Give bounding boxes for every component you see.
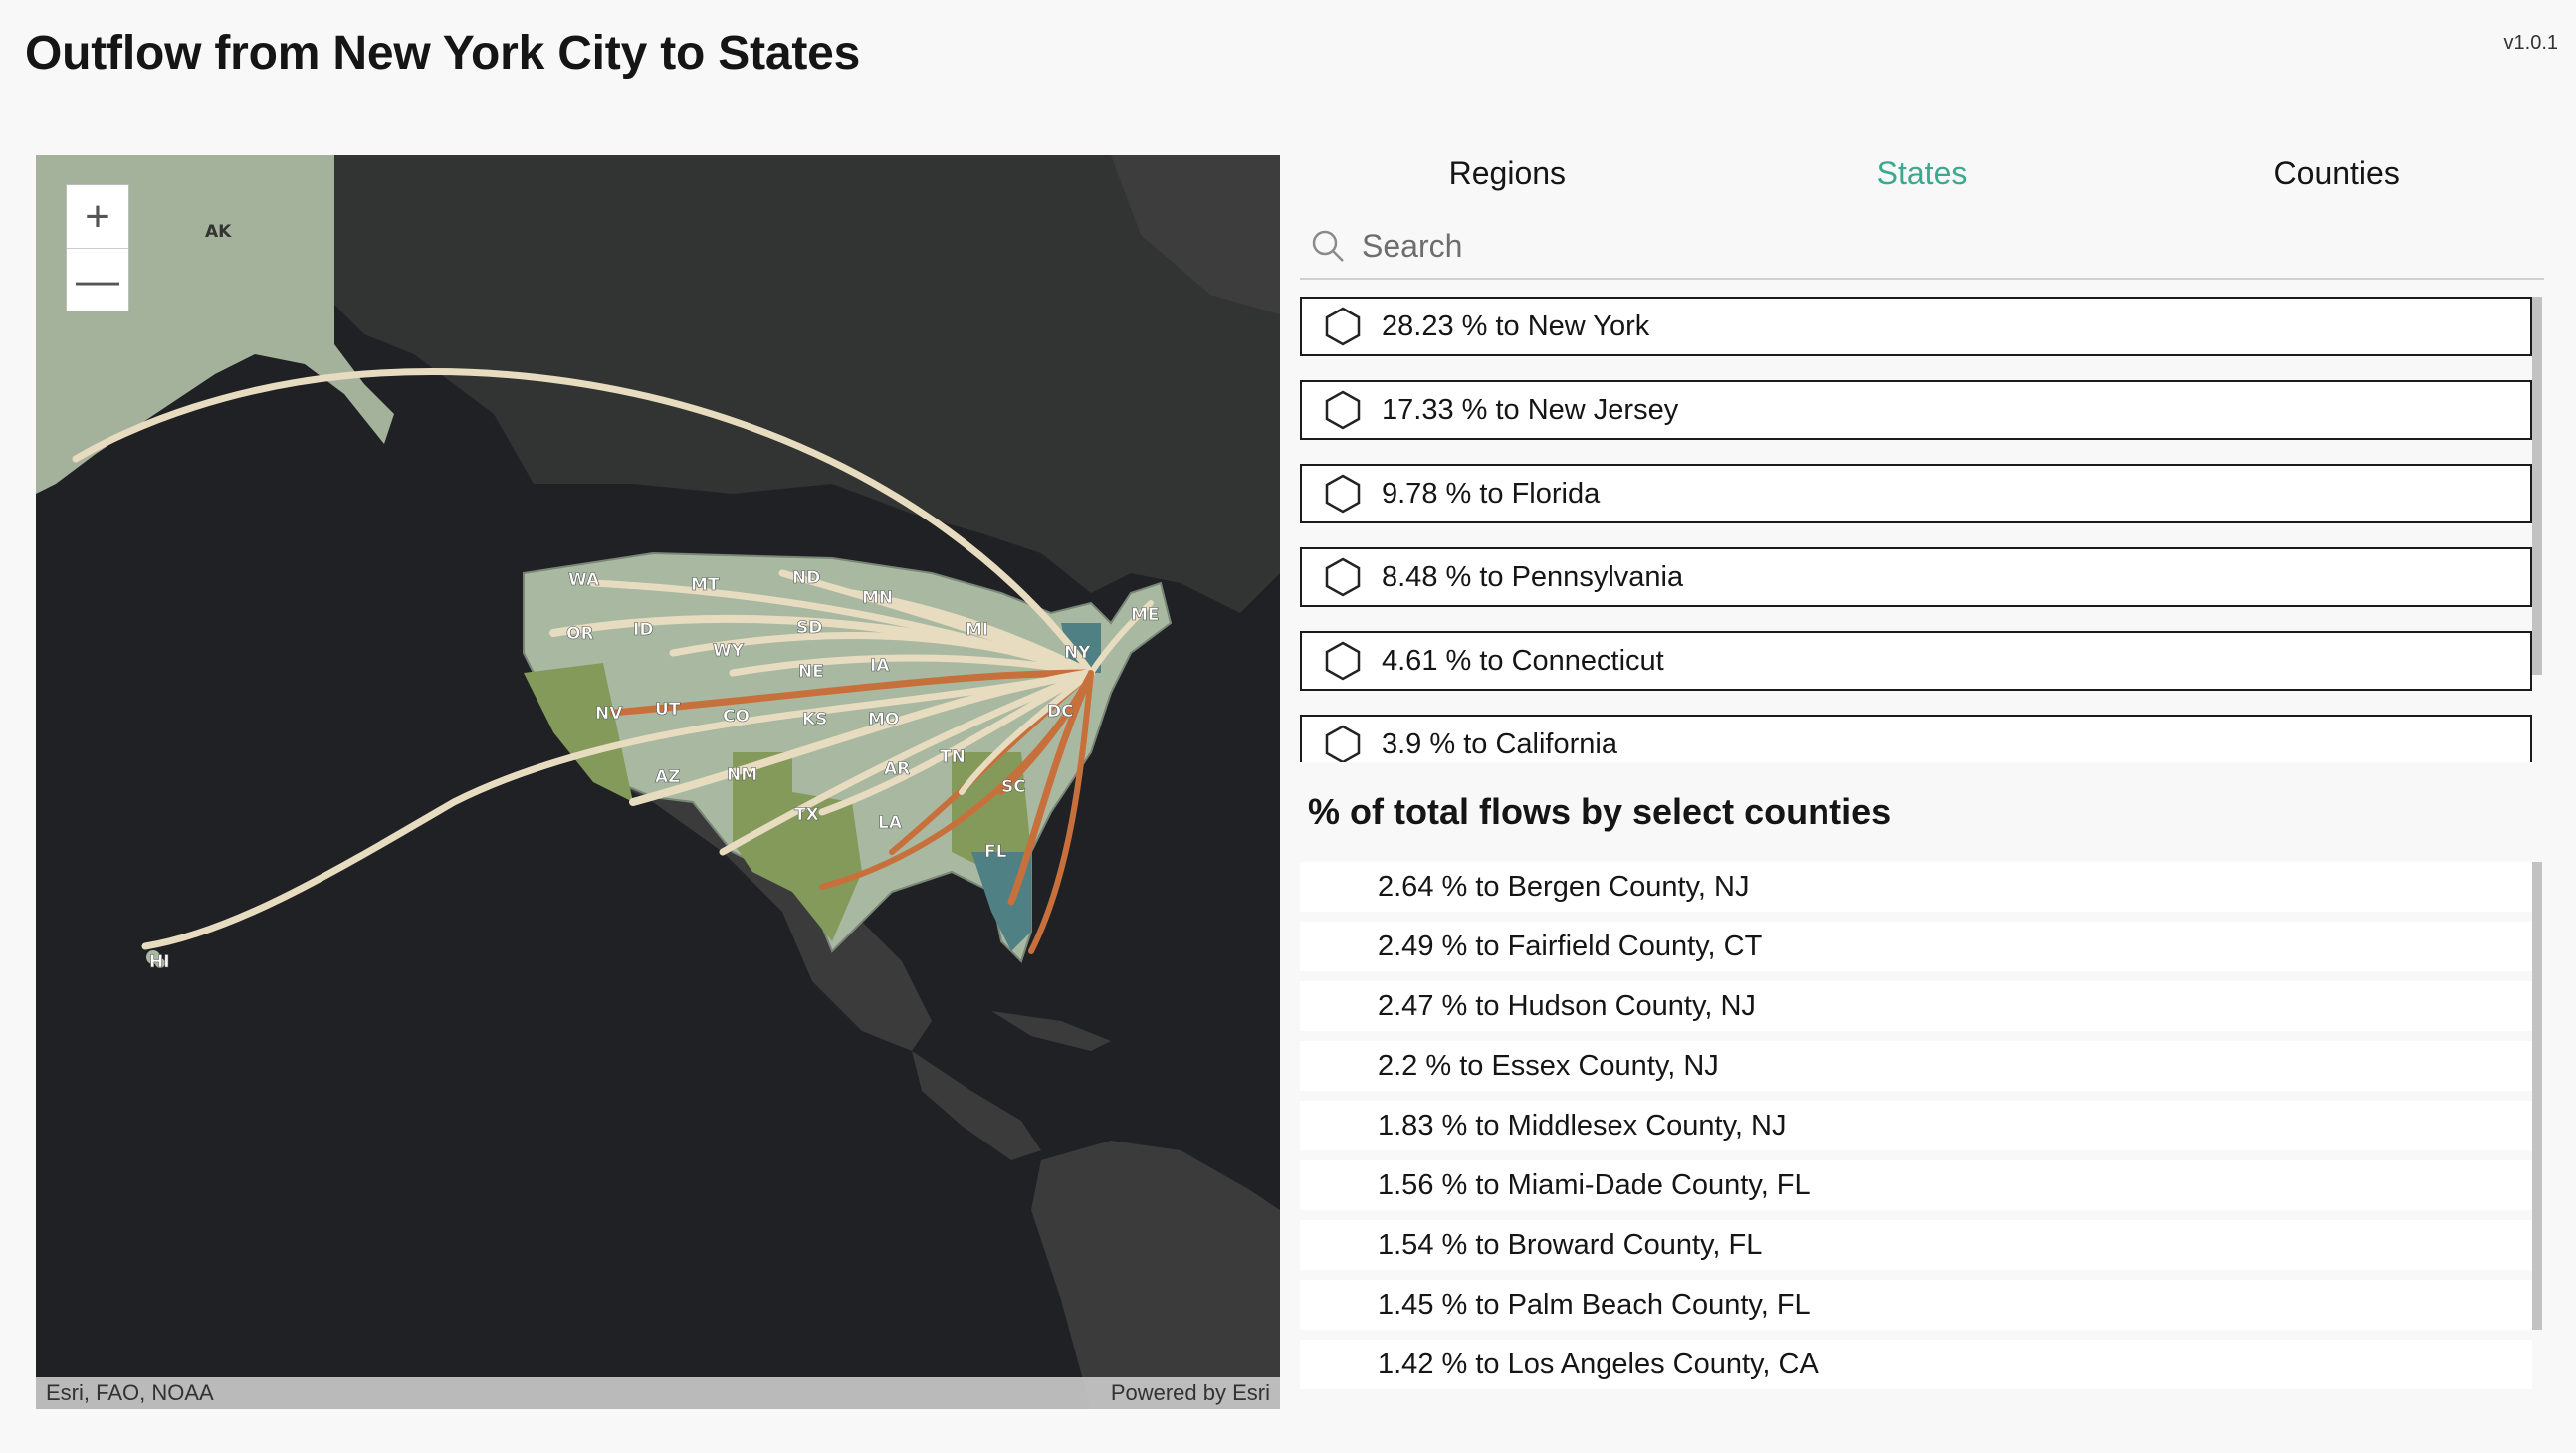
- list-item: 1.56 % to Miami-Dade County, FL: [1300, 1160, 2532, 1210]
- list-item: 1.42 % to Los Angeles County, CA: [1300, 1340, 2532, 1389]
- list-item[interactable]: 3.9 % to California: [1300, 715, 2532, 762]
- tab-states[interactable]: States: [1715, 147, 2130, 199]
- attribution-sources: Esri, FAO, NOAA: [46, 1380, 214, 1405]
- state-list-scrollbar[interactable]: [2532, 297, 2542, 675]
- view-tabs: Regions States Counties: [1300, 147, 2544, 199]
- state-label-nm: NM: [727, 765, 757, 785]
- page-title: Outflow from New York City to States: [25, 27, 861, 80]
- attribution-powered-by[interactable]: Powered by Esri: [1111, 1380, 1270, 1406]
- state-label-ak: AK: [205, 222, 232, 242]
- list-item[interactable]: 8.48 % to Pennsylvania: [1300, 547, 2532, 607]
- state-list[interactable]: 28.23 % to New York 17.33 % to New Jerse…: [1300, 297, 2532, 762]
- map-canvas[interactable]: AK WA MT ND MN OR ID SD WY MI NE IA NY ME NV UT CO KS MO DC…: [36, 155, 1280, 1409]
- list-item: 1.83 % to Middlesex County, NJ: [1300, 1101, 2532, 1150]
- tab-regions[interactable]: Regions: [1300, 147, 1715, 199]
- state-label-wy: WY: [713, 641, 745, 661]
- list-item: 2.49 % to Fairfield County, CT: [1300, 922, 2532, 971]
- list-item: 2.64 % to Bergen County, NJ: [1300, 862, 2532, 912]
- state-label-me: ME: [1131, 605, 1160, 625]
- hexagon-icon: [1325, 307, 1361, 346]
- state-label-ks: KS: [802, 710, 827, 729]
- state-label-ut: UT: [655, 700, 681, 720]
- zoom-in-button[interactable]: +: [67, 185, 128, 248]
- hexagon-icon: [1325, 557, 1361, 597]
- state-label-la: LA: [878, 813, 903, 833]
- county-list-scrollbar[interactable]: [2532, 862, 2542, 1330]
- counties-section-title: % of total flows by select counties: [1308, 791, 1892, 832]
- map-view[interactable]: AK WA MT ND MN OR ID SD WY MI NE IA NY ME NV UT CO KS MO DC…: [36, 155, 1280, 1409]
- search-icon: [1312, 230, 1344, 262]
- search-input[interactable]: [1360, 226, 2359, 266]
- state-label-mi: MI: [966, 620, 988, 640]
- zoom-out-button[interactable]: —: [67, 248, 128, 311]
- county-list[interactable]: 2.64 % to Bergen County, NJ 2.49 % to Fa…: [1300, 862, 2532, 1409]
- list-item-label: 8.48 % to Pennsylvania: [1382, 560, 1684, 593]
- state-label-ar: AR: [884, 759, 910, 779]
- list-item-label: 9.78 % to Florida: [1382, 477, 1601, 510]
- central-america-land: [912, 1051, 1041, 1160]
- state-label-mn: MN: [862, 588, 893, 608]
- list-item-label: 17.33 % to New Jersey: [1382, 393, 1679, 426]
- list-item: 1.54 % to Broward County, FL: [1300, 1220, 2532, 1270]
- state-label-nd: ND: [792, 568, 820, 588]
- state-label-id: ID: [633, 620, 653, 640]
- state-label-nv: NV: [595, 704, 623, 724]
- state-label-fl: FL: [984, 842, 1007, 862]
- state-label-mo: MO: [868, 710, 899, 729]
- hexagon-icon: [1325, 474, 1361, 514]
- state-label-or: OR: [566, 624, 594, 644]
- search-bar: [1300, 214, 2544, 280]
- state-label-ny: NY: [1064, 643, 1091, 663]
- state-label-tx: TX: [794, 805, 819, 825]
- list-item[interactable]: 4.61 % to Connecticut: [1300, 631, 2532, 691]
- list-item-label: 4.61 % to Connecticut: [1382, 644, 1664, 677]
- hexagon-icon: [1325, 641, 1361, 681]
- list-item: 1.45 % to Palm Beach County, FL: [1300, 1280, 2532, 1330]
- state-label-ne: NE: [798, 662, 824, 682]
- state-label-dc: DC: [1047, 702, 1074, 722]
- state-label-hi: HI: [149, 952, 170, 972]
- hexagon-icon: [1325, 390, 1361, 430]
- cuba-land: [991, 1011, 1111, 1051]
- state-label-tn: TN: [940, 747, 966, 767]
- hexagon-icon: [1325, 725, 1361, 762]
- list-item-label: 28.23 % to New York: [1382, 310, 1650, 342]
- state-label-sc: SC: [1001, 777, 1026, 797]
- version-label: v1.0.1: [2503, 32, 2558, 54]
- list-item[interactable]: 28.23 % to New York: [1300, 297, 2532, 356]
- list-item[interactable]: 17.33 % to New Jersey: [1300, 380, 2532, 440]
- state-label-co: CO: [723, 707, 750, 726]
- tab-counties[interactable]: Counties: [2129, 147, 2544, 199]
- state-label-mt: MT: [691, 575, 720, 595]
- list-item[interactable]: 9.78 % to Florida: [1300, 464, 2532, 523]
- map-attribution: Esri, FAO, NOAA Powered by Esri: [36, 1377, 1280, 1409]
- list-item-label: 3.9 % to California: [1382, 727, 1617, 760]
- list-item: 2.2 % to Essex County, NJ: [1300, 1041, 2532, 1091]
- list-item: 2.47 % to Hudson County, NJ: [1300, 981, 2532, 1031]
- south-america-land: [1031, 1141, 1280, 1409]
- state-label-sd: SD: [796, 618, 822, 638]
- zoom-control: + —: [66, 184, 129, 311]
- state-label-wa: WA: [568, 570, 600, 590]
- state-label-az: AZ: [655, 767, 680, 787]
- state-label-ia: IA: [870, 656, 890, 676]
